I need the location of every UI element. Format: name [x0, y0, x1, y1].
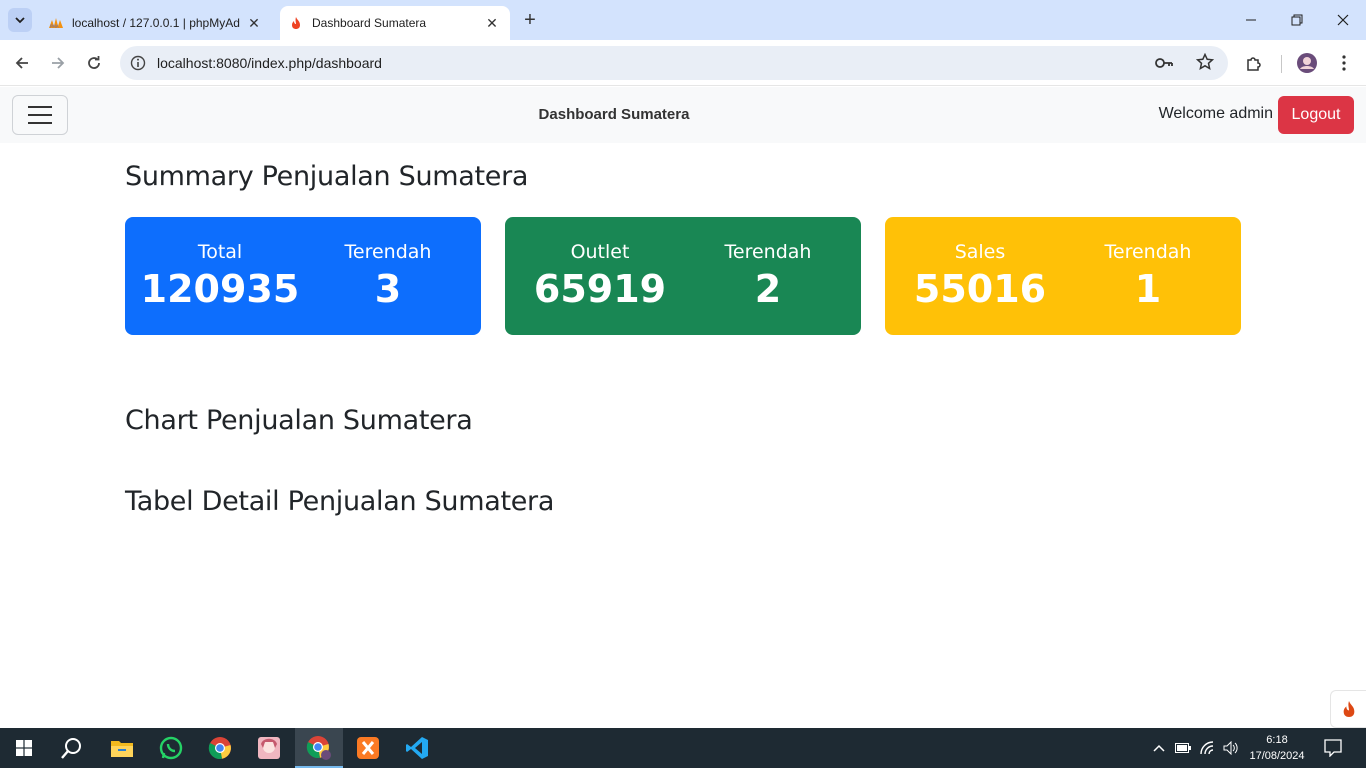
card-value: 120935: [140, 267, 300, 311]
arrow-right-icon: [52, 57, 65, 69]
new-tab-button[interactable]: +: [518, 8, 542, 32]
toolbar-divider: [1281, 55, 1282, 73]
puzzle-icon: [1247, 57, 1261, 71]
file-explorer-icon: [111, 741, 133, 757]
card-low-stat: Terendah 1: [1059, 217, 1237, 311]
forward-button[interactable]: [44, 49, 72, 77]
bookmark-star-icon[interactable]: [1196, 53, 1214, 71]
taskbar-chrome[interactable]: [196, 728, 244, 768]
arrow-left-icon: [15, 57, 28, 69]
taskbar-anime-app[interactable]: [245, 728, 293, 768]
xampp-icon: [357, 737, 379, 759]
card-main-stat: Sales 55016: [891, 217, 1069, 311]
taskbar-xampp[interactable]: [344, 728, 392, 768]
taskbar-whatsapp[interactable]: [147, 728, 195, 768]
card-label: Sales: [954, 241, 1006, 263]
card-low-stat: Terendah 2: [679, 217, 857, 311]
search-icon: [61, 738, 81, 759]
card-low-label: Terendah: [1104, 241, 1192, 263]
notification-center-button[interactable]: [1320, 728, 1346, 768]
taskbar-chrome-profile[interactable]: [295, 728, 343, 768]
svg-text:PMA: PMA: [50, 24, 59, 29]
codeigniter-debug-toolbar-button[interactable]: [1330, 690, 1366, 728]
taskbar-file-explorer[interactable]: [98, 728, 146, 768]
reload-button[interactable]: [80, 49, 108, 77]
browser-toolbar: localhost:8080/index.php/dashboard: [0, 40, 1366, 86]
page-navbar: Dashboard Sumatera Welcome admin Logout: [0, 87, 1366, 143]
clock-time: 6:18: [1266, 734, 1288, 746]
card-main-stat: Total 120935: [131, 217, 309, 311]
battery-icon: [1175, 743, 1191, 753]
summary-card-outlet: Outlet 65919 Terendah 2: [505, 217, 861, 335]
tray-network[interactable]: [1197, 728, 1219, 768]
summary-card-total: Total 120935 Terendah 3: [125, 217, 481, 335]
navbar-brand[interactable]: Dashboard Sumatera: [0, 106, 1228, 123]
close-tab-icon[interactable]: ✕: [244, 13, 264, 33]
start-button[interactable]: [0, 728, 48, 768]
welcome-text: Welcome admin: [1158, 105, 1273, 122]
taskbar-search-button[interactable]: [48, 728, 96, 768]
card-main-stat: Outlet 65919: [511, 217, 689, 311]
tab-title: Dashboard Sumatera: [312, 16, 427, 30]
close-window-button[interactable]: [1320, 0, 1366, 40]
codeigniter-flame-icon: [288, 15, 304, 31]
summary-heading: Summary Penjualan Sumatera: [125, 161, 529, 192]
card-value: 55016: [913, 267, 1047, 311]
vscode-icon: [406, 737, 428, 759]
card-low-label: Terendah: [344, 241, 432, 263]
close-tab-icon[interactable]: ✕: [482, 13, 502, 33]
password-key-icon[interactable]: [1154, 54, 1174, 72]
codeigniter-flame-icon: [1343, 701, 1354, 717]
tray-battery[interactable]: [1172, 728, 1194, 768]
chrome-profile-icon: [306, 736, 331, 760]
taskbar-clock[interactable]: 6:18 17/08/2024: [1240, 732, 1314, 764]
wifi-icon: [1200, 741, 1214, 755]
tray-volume[interactable]: [1220, 728, 1242, 768]
card-low-label: Terendah: [724, 241, 812, 263]
address-bar[interactable]: localhost:8080/index.php/dashboard: [120, 46, 1228, 80]
tab-title: localhost / 127.0.0.1 | phpMyAd: [72, 16, 240, 30]
url-text: localhost:8080/index.php/dashboard: [157, 55, 382, 71]
card-value: 65919: [533, 267, 667, 311]
card-low-stat: Terendah 3: [299, 217, 477, 311]
back-button[interactable]: [8, 49, 36, 77]
tray-overflow-button[interactable]: [1150, 728, 1168, 768]
card-label: Total: [197, 241, 243, 263]
profile-button[interactable]: [1293, 49, 1321, 77]
windows-logo-icon: [16, 740, 32, 756]
kebab-menu-icon: [1342, 55, 1346, 71]
chart-heading: Chart Penjualan Sumatera: [125, 405, 473, 436]
browser-menu-button[interactable]: [1330, 49, 1358, 77]
chevron-up-icon: [1153, 744, 1165, 752]
speaker-icon: [1223, 741, 1238, 755]
tab-phpmyadmin[interactable]: PMA localhost / 127.0.0.1 | phpMyAd ✕: [40, 6, 272, 40]
card-low-value: 2: [754, 267, 782, 311]
browser-tabstrip: PMA localhost / 127.0.0.1 | phpMyAd ✕ Da…: [0, 0, 1366, 40]
tab-search-button[interactable]: [8, 8, 32, 32]
table-heading: Tabel Detail Penjualan Sumatera: [125, 486, 555, 517]
summary-card-sales: Sales 55016 Terendah 1: [885, 217, 1241, 335]
phpmyadmin-icon: PMA: [48, 15, 64, 31]
taskbar-vscode[interactable]: [393, 728, 441, 768]
minimize-button[interactable]: [1228, 0, 1274, 40]
chevron-down-icon: [15, 17, 25, 24]
extensions-button[interactable]: [1240, 49, 1268, 77]
anime-avatar-icon: [258, 737, 280, 759]
card-low-value: 3: [374, 267, 402, 311]
card-label: Outlet: [570, 241, 630, 263]
whatsapp-icon: [159, 736, 183, 760]
avatar-icon: [1297, 53, 1317, 73]
logout-button[interactable]: Logout: [1278, 96, 1354, 134]
tab-dashboard[interactable]: Dashboard Sumatera ✕: [280, 6, 510, 40]
reload-icon: [88, 56, 100, 69]
site-info-icon[interactable]: [130, 55, 146, 71]
notification-icon: [1324, 739, 1342, 757]
card-low-value: 1: [1134, 267, 1162, 311]
clock-date: 17/08/2024: [1249, 750, 1305, 762]
chrome-icon: [208, 737, 231, 760]
restore-button[interactable]: [1274, 0, 1320, 40]
windows-taskbar: 6:18 17/08/2024: [0, 728, 1366, 768]
